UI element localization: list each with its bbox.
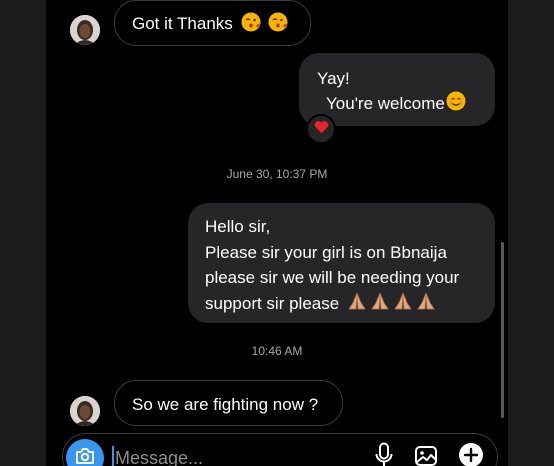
scrollbar[interactable] [501,242,504,418]
message-line: Hello sir, [205,217,271,236]
contact-avatar[interactable] [70,396,100,426]
smiling-emoji [446,91,466,118]
gallery-icon [414,443,440,466]
gallery-button[interactable] [413,443,441,466]
message-line: You're welcome [326,94,445,113]
folded-hands-emoji [393,291,413,319]
message-bubble-outgoing[interactable]: Hello sir, Please sir your girl is on Bb… [188,203,495,323]
timestamp: 10:46 AM [251,344,303,358]
kissing-heart-emoji [241,12,261,37]
add-button[interactable] [457,442,485,466]
red-heart-emoji [314,120,329,139]
folded-hands-emoji [416,291,436,319]
message-text: Got it Thanks [132,13,233,33]
microphone-button[interactable] [370,442,398,466]
message-composer [62,433,498,466]
message-input[interactable] [115,445,355,466]
plus-icon [458,442,484,466]
message-bubble-incoming[interactable]: Got it Thanks [114,0,311,46]
chat-screen: Got it Thanks Yay! You're welcome June 3… [46,0,508,466]
message-line: support sir please [205,293,340,313]
text-cursor [112,446,114,466]
message-text: So we are fighting now ? [132,395,319,414]
message-line: Yay! [317,69,350,88]
folded-hands-emoji [347,291,367,319]
camera-button[interactable] [66,439,104,466]
microphone-icon [375,442,393,466]
kissing-heart-emoji [268,12,288,37]
message-bubble-incoming[interactable]: So we are fighting now ? [114,380,343,426]
message-line: please sir we will be needing your [205,268,460,287]
contact-avatar[interactable] [70,15,100,45]
message-line: Please sir your girl is on Bbnaija [205,242,447,262]
camera-icon [75,447,95,466]
timestamp: June 30, 10:37 PM [226,167,328,181]
folded-hands-emoji [370,291,390,319]
heart-reaction[interactable] [306,114,336,144]
